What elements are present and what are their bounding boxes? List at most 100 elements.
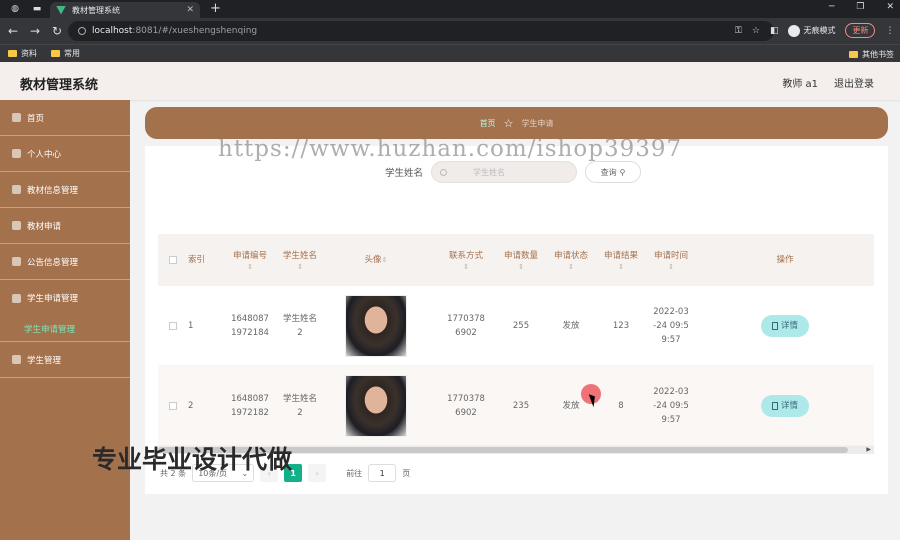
url-field[interactable]: localhost:8081/#/xueshengshenqing bbox=[68, 21, 774, 41]
col-qty[interactable]: 申请数量 ⇕ bbox=[496, 249, 546, 271]
cell-index: 2 bbox=[188, 400, 194, 411]
cell-name: 学生姓名 2 bbox=[282, 313, 317, 338]
cell-phone: 1770378 6902 bbox=[447, 393, 485, 418]
pagination: 共 2 条 10条/页 ⌄ ‹ 1 › 前往 1 页 bbox=[160, 464, 410, 482]
tab-list-icon[interactable]: ▬ bbox=[30, 2, 44, 16]
current-user: 教师 a1 bbox=[782, 79, 818, 90]
url-text: localhost:8081/#/xueshengshenqing bbox=[92, 26, 258, 36]
scrollbar-thumb[interactable] bbox=[158, 447, 848, 453]
sidebar-item-students[interactable]: 学生管理 bbox=[0, 342, 130, 378]
sidebar-item-home[interactable]: 首页 bbox=[0, 100, 130, 136]
table-row: 1 1648087 1972184 学生姓名 2 1770378 6902 25… bbox=[158, 286, 874, 366]
sidebar-item-textbook-apply[interactable]: 教材申请 bbox=[0, 208, 130, 244]
search-bar: 学生姓名 学生姓名 查询 ⚲ bbox=[385, 161, 642, 183]
sort-icon: ⇕ bbox=[463, 263, 469, 271]
new-tab-icon[interactable]: + bbox=[210, 1, 221, 16]
page-size-select[interactable]: 10条/页 ⌄ bbox=[192, 464, 255, 482]
sidebar-item-student-apply[interactable]: 学生申请管理 bbox=[0, 280, 130, 316]
prev-page-button[interactable]: ‹ bbox=[260, 464, 279, 482]
document-icon bbox=[771, 401, 778, 410]
avatar[interactable] bbox=[345, 294, 407, 357]
restore-icon[interactable]: ❐ bbox=[856, 2, 864, 12]
bookmark-folder[interactable]: 资料 bbox=[8, 48, 37, 59]
browser-tab[interactable]: 教材管理系统 ✕ bbox=[50, 2, 200, 18]
col-status[interactable]: 申请状态 ⇕ bbox=[546, 249, 596, 271]
cell-time: 2022-03 -24 09:5 9:57 bbox=[653, 306, 689, 345]
other-bookmarks[interactable]: 其他书签 bbox=[849, 49, 894, 60]
total-count: 共 2 条 bbox=[160, 468, 187, 478]
table-row: 2 1648087 1972182 学生姓名 2 1770378 6902 23… bbox=[158, 366, 874, 446]
col-phone[interactable]: 联系方式 ⇕ bbox=[436, 249, 496, 271]
horizontal-scrollbar[interactable]: ▶ bbox=[158, 446, 874, 454]
tab-title: 教材管理系统 bbox=[72, 5, 120, 15]
app-header: 教材管理系统 教师 a1 退出登录 bbox=[0, 62, 900, 100]
select-all-checkbox[interactable] bbox=[169, 256, 177, 264]
toolbar-right: ⚿ ☆ ◧ 无痕模式 更新 ⋮ bbox=[735, 23, 894, 38]
sidebar-subitem-student-apply[interactable]: 学生申请管理 bbox=[0, 316, 130, 342]
scroll-right-icon[interactable]: ▶ bbox=[866, 446, 871, 453]
next-page-button[interactable]: › bbox=[308, 464, 327, 482]
book-icon bbox=[12, 185, 21, 194]
browser-tab-strip: ◍ ▬ 教材管理系统 ✕ + ─ ❐ ✕ bbox=[0, 0, 900, 18]
query-button[interactable]: 查询 ⚲ bbox=[585, 161, 642, 183]
bookmark-folder[interactable]: 常用 bbox=[51, 48, 80, 59]
sidebar-item-notices[interactable]: 公告信息管理 bbox=[0, 244, 130, 280]
user-icon bbox=[12, 149, 21, 158]
cell-avatar bbox=[328, 374, 424, 437]
sort-icon: ⇕ bbox=[247, 263, 253, 271]
folder-icon bbox=[849, 51, 858, 58]
cell-index: 1 bbox=[188, 320, 194, 331]
update-button[interactable]: 更新 bbox=[845, 23, 876, 38]
logout-link[interactable]: 退出登录 bbox=[834, 75, 874, 90]
forward-icon[interactable]: → bbox=[30, 24, 44, 38]
cell-action: 详情 bbox=[696, 314, 874, 337]
folder-icon bbox=[51, 50, 60, 57]
window-controls: ─ ❐ ✕ bbox=[829, 2, 894, 12]
sort-icon: ⇕ bbox=[518, 263, 524, 271]
globe-icon[interactable]: ◍ bbox=[8, 2, 22, 16]
detail-button[interactable]: 详情 bbox=[761, 394, 809, 417]
avatar[interactable] bbox=[345, 374, 407, 437]
student-apply-icon bbox=[12, 293, 21, 303]
goto-label: 前往 bbox=[346, 468, 363, 478]
cell-qty: 255 bbox=[512, 320, 530, 331]
student-name-input[interactable]: 学生姓名 bbox=[431, 161, 578, 183]
cell-result: 8 bbox=[618, 400, 624, 411]
key-icon[interactable]: ⚿ bbox=[735, 26, 742, 36]
cell-number: 1648087 1972184 bbox=[231, 313, 269, 338]
bookmarks-bar: 资料 常用 其他书签 bbox=[0, 44, 900, 62]
row-checkbox[interactable] bbox=[169, 401, 177, 410]
sort-icon: ⇕ bbox=[381, 256, 388, 264]
goto-page-input[interactable]: 1 bbox=[368, 464, 397, 482]
sidebar-item-textbooks[interactable]: 教材信息管理 bbox=[0, 172, 130, 208]
col-time[interactable]: 申请时间 ⇕ bbox=[646, 249, 696, 271]
reload-icon[interactable]: ↻ bbox=[52, 24, 66, 38]
sort-icon: ⇕ bbox=[668, 263, 674, 271]
close-window-icon[interactable]: ✕ bbox=[886, 2, 894, 12]
sidebar-item-profile[interactable]: 个人中心 bbox=[0, 136, 130, 172]
detail-button[interactable]: 详情 bbox=[761, 314, 809, 337]
col-avatar[interactable]: 头像 ⇕ bbox=[328, 253, 424, 267]
page-1-button[interactable]: 1 bbox=[284, 464, 303, 482]
col-result[interactable]: 申请结果 ⇕ bbox=[596, 249, 646, 271]
document-icon bbox=[771, 321, 778, 330]
back-icon[interactable]: ← bbox=[8, 24, 22, 38]
cell-status: 发放 bbox=[562, 320, 580, 331]
cell-action: 详情 bbox=[696, 394, 874, 417]
site-info-icon[interactable] bbox=[78, 27, 86, 35]
incognito-indicator[interactable]: 无痕模式 bbox=[788, 24, 835, 37]
col-name[interactable]: 学生姓名 ⇕ bbox=[272, 249, 328, 271]
sort-icon: ⇕ bbox=[618, 263, 624, 271]
breadcrumb-home[interactable]: 首页 bbox=[480, 118, 496, 129]
minimize-icon[interactable]: ─ bbox=[829, 2, 834, 12]
row-checkbox[interactable] bbox=[169, 321, 177, 330]
menu-icon[interactable]: ⋮ bbox=[885, 26, 894, 36]
search-icon: ⚲ bbox=[619, 167, 626, 177]
col-number[interactable]: 申请编号 ⇕ bbox=[228, 249, 272, 271]
folder-icon bbox=[8, 50, 17, 57]
bookmark-star-icon[interactable]: ☆ bbox=[752, 26, 760, 36]
close-tab-icon[interactable]: ✕ bbox=[186, 5, 194, 15]
sidepanel-icon[interactable]: ◧ bbox=[770, 26, 779, 36]
notice-icon bbox=[12, 257, 21, 266]
sort-icon: ⇕ bbox=[297, 263, 303, 271]
